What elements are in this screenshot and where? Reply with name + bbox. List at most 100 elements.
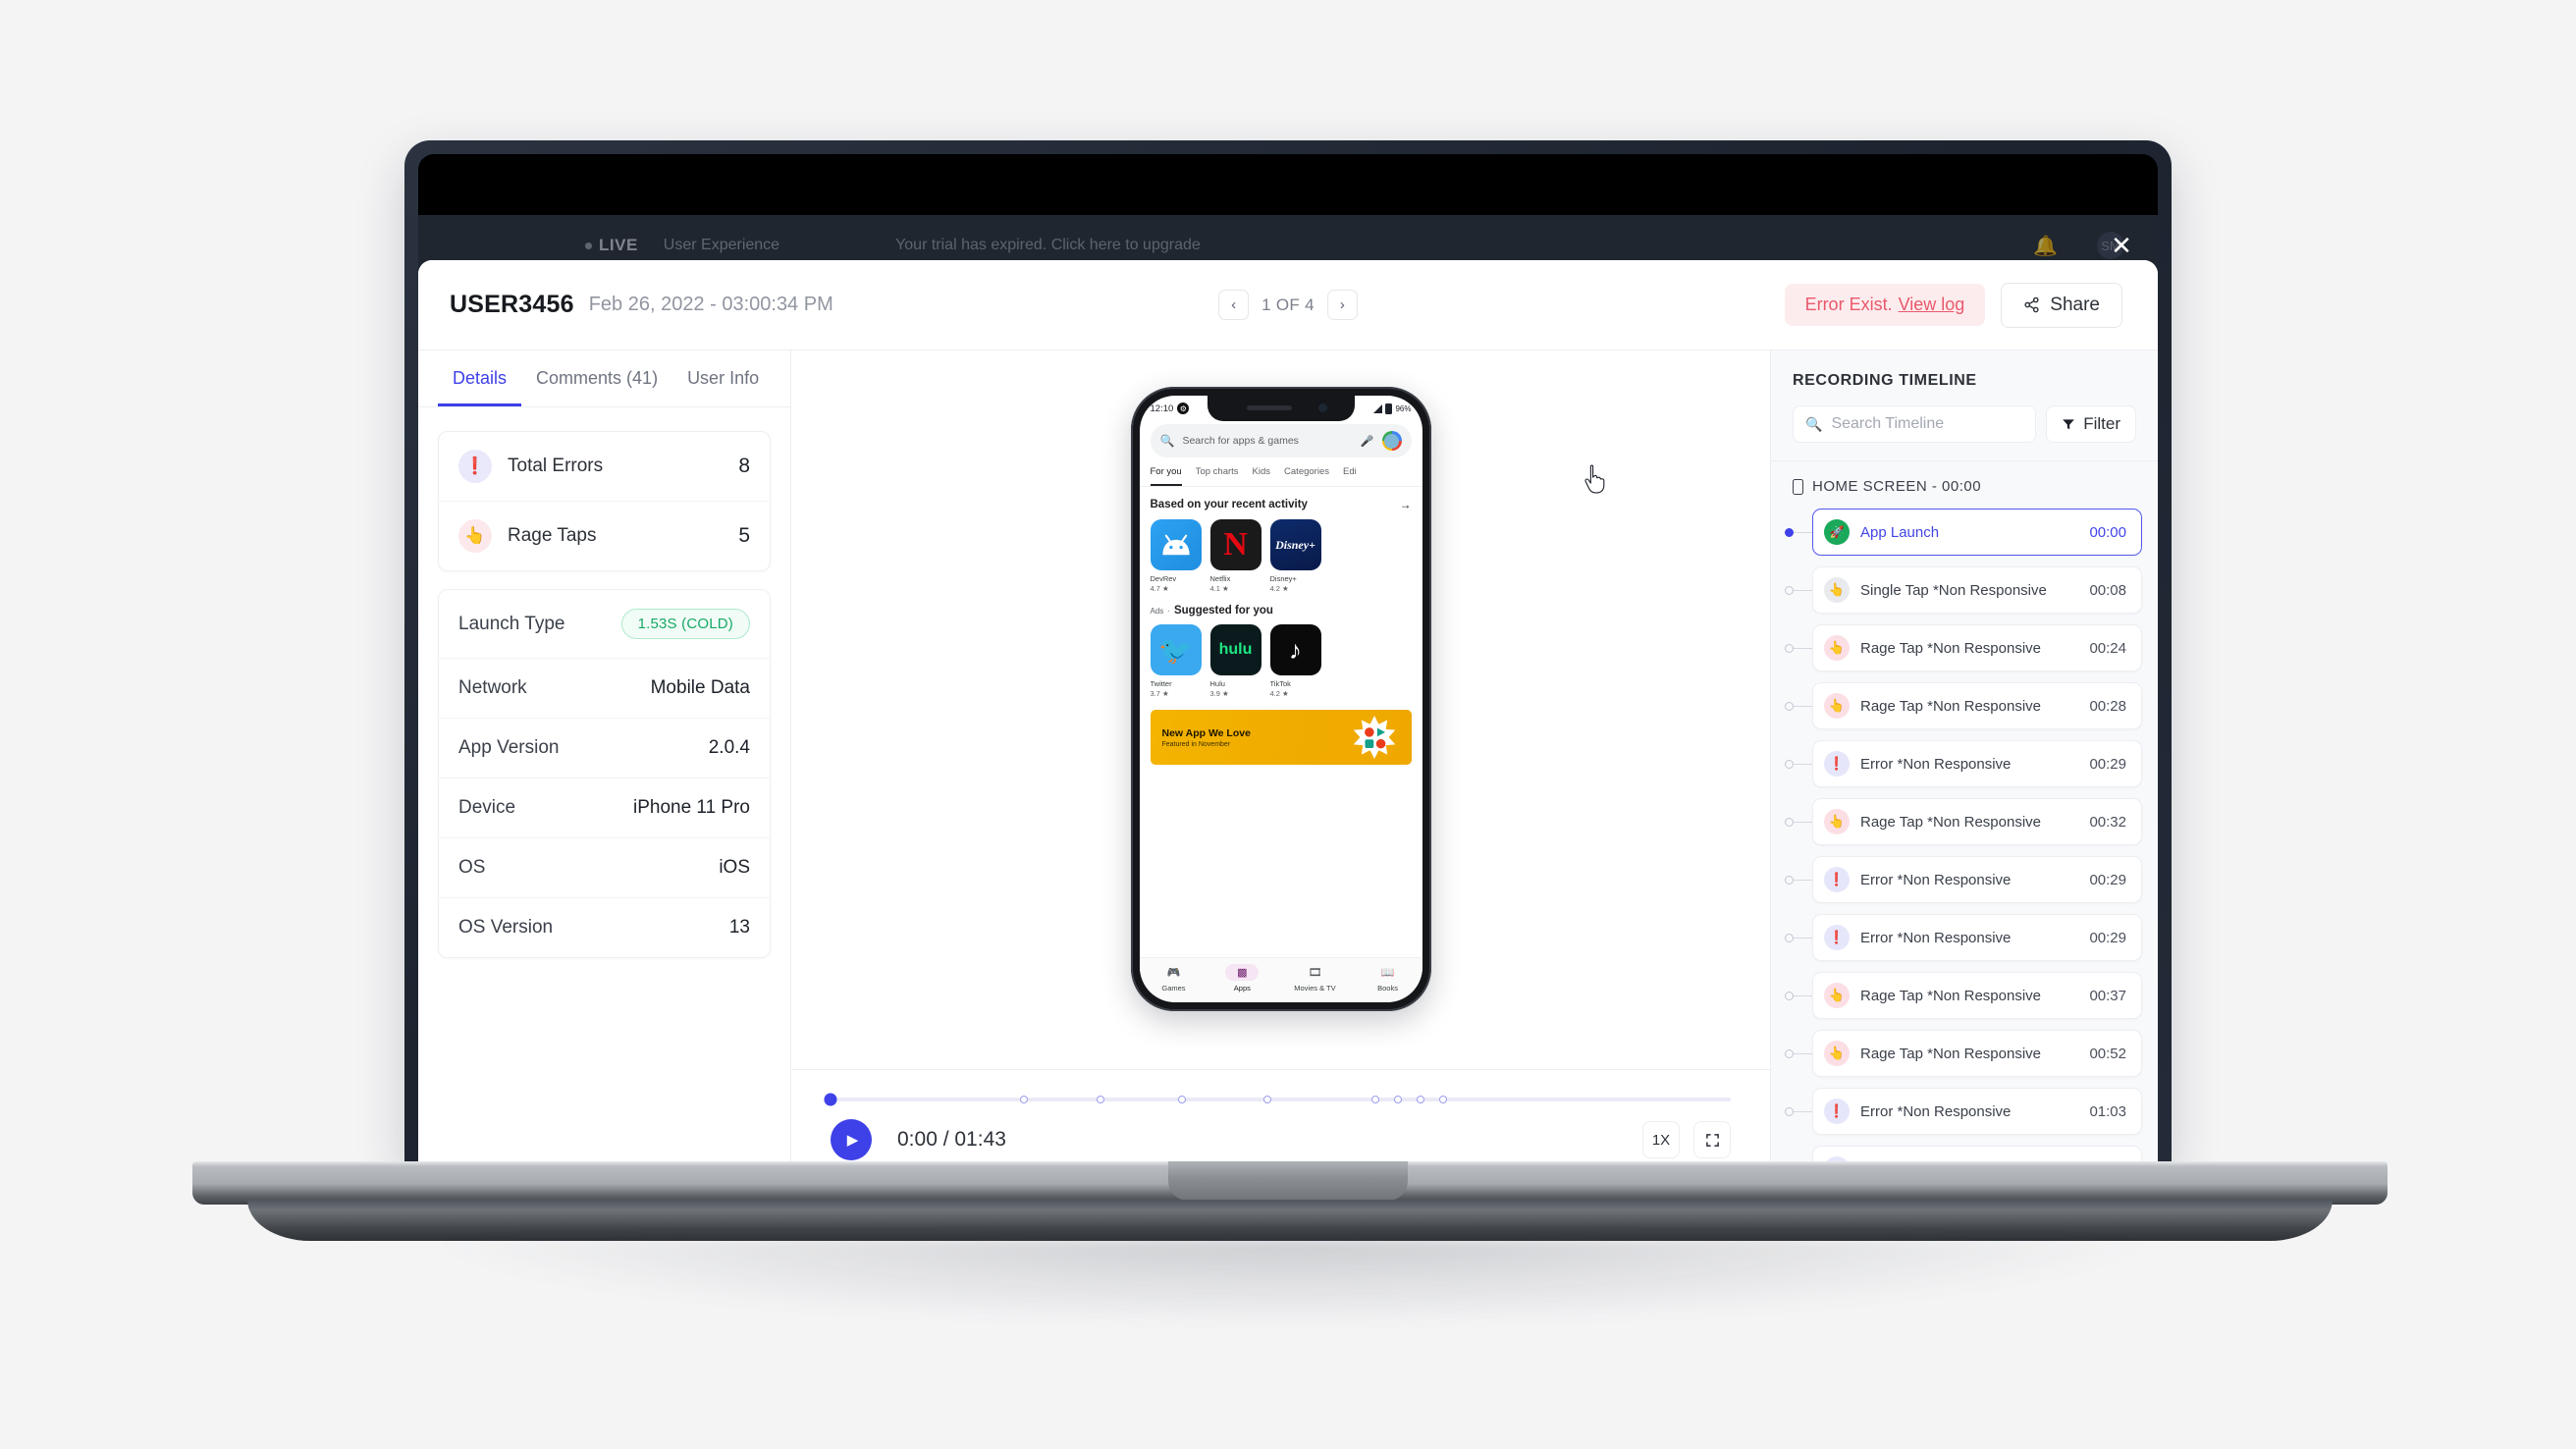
timeline-event-row[interactable]: ❗ Error *Non Responsive 00:29: [1785, 914, 2142, 961]
timeline-event-card[interactable]: ❗ Error *Non Responsive 00:29: [1812, 740, 2142, 787]
timeline-dot: [1785, 585, 1794, 595]
play-tab-for-you[interactable]: For you: [1150, 466, 1182, 486]
timeline-event-card[interactable]: 👆 Rage Tap *Non Responsive 00:24: [1812, 624, 2142, 671]
share-button[interactable]: Share: [2001, 282, 2122, 328]
event-time: 00:32: [2089, 813, 2126, 831]
app-tile-disney[interactable]: Disney+ Disney+ 4.2 ★: [1269, 519, 1321, 593]
timeline-connector: [1794, 1052, 1812, 1054]
timeline-event-card[interactable]: 👆 Rage Tap *Non Responsive 00:37: [1812, 972, 2142, 1019]
scrubber-marker[interactable]: [1097, 1096, 1105, 1103]
meta-key: OS Version: [458, 917, 554, 938]
microphone-icon[interactable]: 🎤: [1361, 435, 1374, 448]
arrow-right-icon[interactable]: →: [1400, 498, 1412, 511]
timeline-event-row[interactable]: ❗ Error *Non Responsive 00:29: [1785, 740, 2142, 787]
error-exists-banner[interactable]: Error Exist. View log: [1784, 284, 1986, 326]
nav-label: Apps: [1233, 984, 1251, 993]
timeline-event-row[interactable]: 👆 Rage Tap *Non Responsive 00:32: [1785, 798, 2142, 845]
search-icon: 🔍: [1159, 434, 1175, 448]
scrubber-marker[interactable]: [1393, 1096, 1402, 1103]
phone-bottom-nav: 🎮 Games ▩ Apps 🎞 Movies & TV 📖 Books: [1139, 957, 1422, 1002]
app-tile-netflix[interactable]: N Netflix 4.1 ★: [1209, 519, 1261, 593]
search-input[interactable]: 🔍 Search Timeline: [1793, 405, 2037, 443]
laptop-shadow: [422, 1239, 2160, 1327]
tab-comments[interactable]: Comments (41): [521, 350, 672, 406]
scrubber-marker[interactable]: [1262, 1096, 1271, 1103]
nav-item-movies-tv[interactable]: 🎞 Movies & TV: [1294, 964, 1335, 993]
promo-banner-text: New App We Love Featured in November: [1162, 727, 1251, 748]
scrubber-marker[interactable]: [1416, 1096, 1424, 1103]
timeline-connector: [1794, 821, 1812, 823]
app-tile-devrev[interactable]: DevRev 4.7 ★: [1150, 519, 1202, 593]
stat-row-total-errors[interactable]: ❗ Total Errors 8: [439, 432, 770, 502]
filter-button[interactable]: Filter: [2046, 405, 2136, 443]
prev-session-button[interactable]: ‹: [1218, 290, 1250, 320]
timeline-event-row[interactable]: 👆 Rage Tap *Non Responsive 00:24: [1785, 624, 2142, 671]
timeline-event-card[interactable]: 👆 Rage Tap *Non Responsive 00:28: [1812, 682, 2142, 729]
timeline-event-card[interactable]: ❗ Error *Non Responsive 01:03: [1812, 1088, 2142, 1135]
timeline-event-row[interactable]: 👆 Rage Tap *Non Responsive 00:28: [1785, 682, 2142, 729]
rating-value: 4.2: [1269, 689, 1280, 698]
filter-label: Filter: [2083, 414, 2120, 433]
play-avatar[interactable]: [1381, 431, 1402, 451]
close-icon[interactable]: ✕: [2105, 229, 2138, 262]
header-actions: Error Exist. View log Share: [1784, 282, 2122, 328]
error-icon: ❗: [1824, 1099, 1850, 1124]
timeline-event-row[interactable]: 👆 Rage Tap *Non Responsive 00:37: [1785, 972, 2142, 1019]
rating-value: 3.9: [1209, 689, 1220, 698]
trial-notice[interactable]: Your trial has expired. Click here to up…: [895, 237, 1201, 254]
tab-details[interactable]: Details: [438, 350, 522, 406]
laptop-lid: LIVE User Experience Your trial has expi…: [404, 140, 2172, 1165]
nav-item-games[interactable]: 🎮 Games: [1156, 964, 1190, 993]
meta-key: App Version: [458, 737, 560, 758]
app-tile-hulu[interactable]: hulu Hulu 3.9 ★: [1209, 624, 1261, 698]
session-detail-modal: USER3456 Feb 26, 2022 - 03:00:34 PM ‹ 1 …: [418, 260, 2158, 1165]
timeline-event-card[interactable]: 👆 Single Tap *Non Responsive 00:08: [1812, 566, 2142, 614]
timeline-event-row[interactable]: ❗ Error *Non Responsive 01:03: [1785, 1088, 2142, 1135]
scrubber-track[interactable]: [824, 1093, 1731, 1106]
event-label: Error *Non Responsive: [1860, 755, 2012, 773]
timeline-event-card[interactable]: 🚀 App Launch 00:00: [1812, 509, 2142, 556]
app-rating: 4.2 ★: [1269, 584, 1289, 593]
play-search-bar[interactable]: 🔍 Search for apps & games 🎤: [1150, 424, 1412, 457]
stat-row-rage-taps[interactable]: 👆 Rage Taps 5: [439, 502, 770, 570]
laptop-screen: LIVE User Experience Your trial has expi…: [418, 154, 2158, 1165]
nav-item-apps[interactable]: ▩ Apps: [1225, 964, 1260, 993]
app-tile-twitter[interactable]: 🐦 Twitter 3.7 ★: [1150, 624, 1202, 698]
timeline-connector: [1794, 994, 1812, 996]
play-button[interactable]: ▶: [831, 1119, 872, 1160]
timeline-event-row[interactable]: 🚀 App Launch 00:00: [1785, 509, 2142, 556]
timeline-list[interactable]: HOME SCREEN - 00:00 🚀 App Launch 00:00 👆…: [1771, 461, 2158, 1165]
timeline-dot: [1785, 933, 1794, 942]
timeline-event-row[interactable]: ❗ Error *Non Responsive 00:29: [1785, 856, 2142, 903]
scrubber-marker[interactable]: [1438, 1096, 1447, 1103]
timeline-event-card[interactable]: ❗ Error *Non Responsive 00:29: [1812, 914, 2142, 961]
app-rating: 3.7 ★: [1150, 689, 1169, 698]
play-tab-kids[interactable]: Kids: [1253, 466, 1270, 486]
timeline-event-row[interactable]: 👆 Single Tap *Non Responsive 00:08: [1785, 566, 2142, 614]
fullscreen-button[interactable]: [1693, 1121, 1731, 1158]
app-tile-tiktok[interactable]: ♪ TikTok 4.2 ★: [1269, 624, 1321, 698]
playback-speed-button[interactable]: 1X: [1642, 1121, 1680, 1158]
nav-item-books[interactable]: 📖 Books: [1371, 964, 1405, 993]
rage-tap-icon: 👆: [1824, 635, 1850, 661]
bell-icon[interactable]: 🔔: [2033, 234, 2058, 258]
scrubber-marker[interactable]: [1370, 1096, 1379, 1103]
next-session-button[interactable]: ›: [1326, 290, 1358, 320]
promo-banner[interactable]: New App We Love Featured in November: [1150, 710, 1412, 765]
app-badge-icon: ⚙: [1177, 402, 1190, 414]
scrubber-handle[interactable]: [824, 1093, 837, 1106]
play-tab-editors[interactable]: Edi: [1343, 466, 1357, 486]
scrubber-marker[interactable]: [1020, 1096, 1029, 1103]
play-tab-top-charts[interactable]: Top charts: [1196, 466, 1239, 486]
timeline-event-card[interactable]: ❗ Error *Non Responsive 00:29: [1812, 856, 2142, 903]
timeline-dot: [1785, 875, 1794, 885]
scrubber-marker[interactable]: [1177, 1096, 1186, 1103]
view-log-link[interactable]: View log: [1899, 295, 1965, 315]
timeline-event-card[interactable]: 👆 Rage Tap *Non Responsive 00:52: [1812, 1030, 2142, 1077]
timeline-event-card[interactable]: 👆 Rage Tap *Non Responsive 00:32: [1812, 798, 2142, 845]
timeline-rail: [1785, 701, 1812, 711]
timeline-event-row[interactable]: 👆 Rage Tap *Non Responsive 00:52: [1785, 1030, 2142, 1077]
play-section-recent: Based on your recent activity →: [1140, 487, 1422, 519]
play-tab-categories[interactable]: Categories: [1284, 466, 1329, 486]
tab-user-info[interactable]: User Info: [672, 350, 774, 406]
